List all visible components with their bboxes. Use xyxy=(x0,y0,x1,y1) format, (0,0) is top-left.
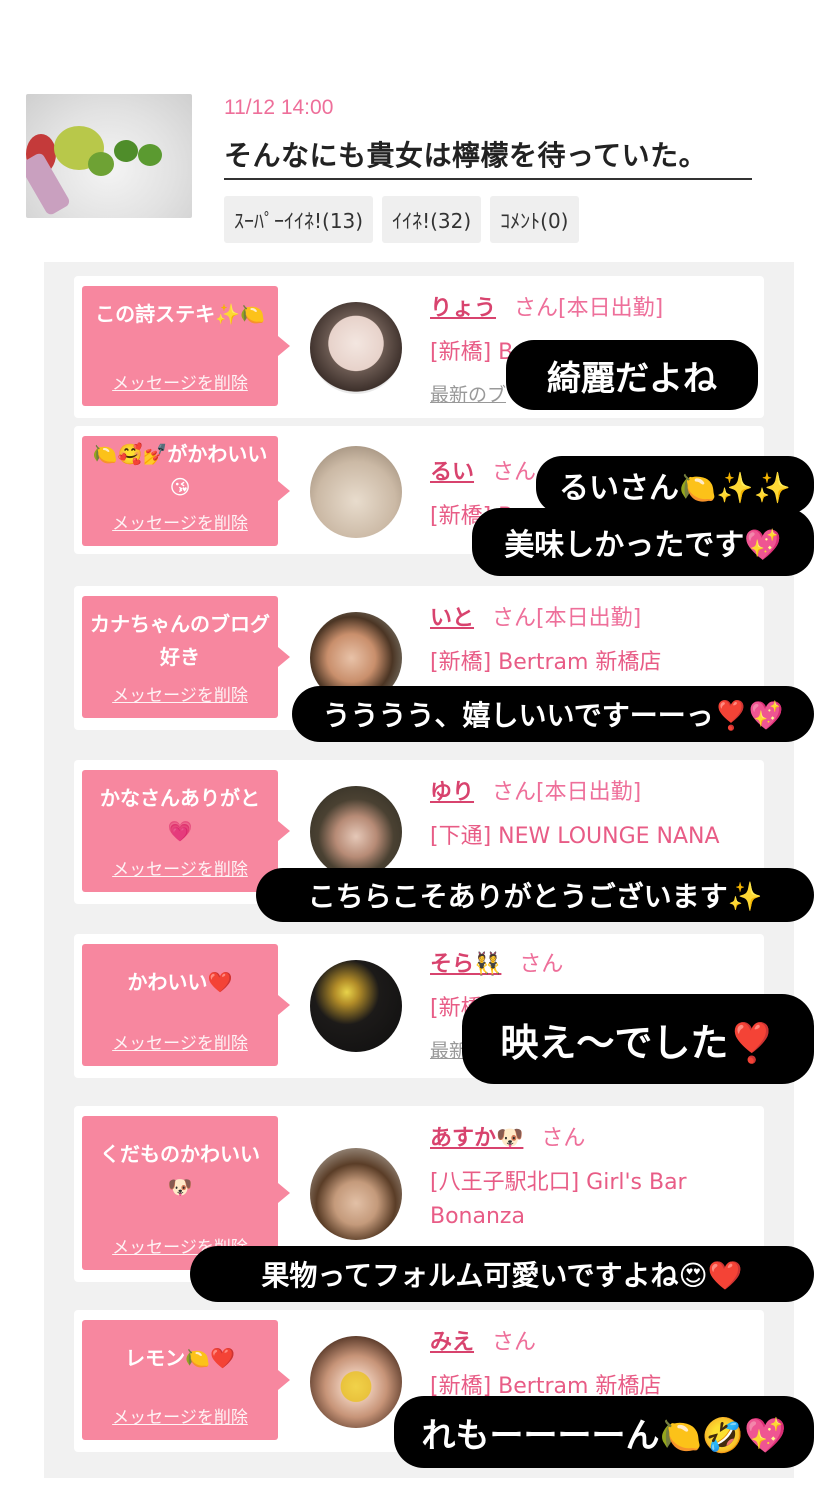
caption-bubble: 美味しかったです💖 xyxy=(472,508,814,576)
delete-message-link[interactable]: メッセージを削除 xyxy=(82,509,278,534)
sender-status: さん xyxy=(519,952,564,977)
sender-info: ゆり さん[本日出勤] [下通] NEW LOUNGE NANA xyxy=(430,774,760,854)
avatar[interactable] xyxy=(310,1148,402,1240)
comment-button[interactable]: ｺﾒﾝﾄ(0) xyxy=(490,196,579,243)
sender-name[interactable]: あすか🐶 xyxy=(430,1126,523,1151)
avatar[interactable] xyxy=(310,302,402,394)
sender-status: さん[本日出勤] xyxy=(514,296,664,321)
message-text: くだものかわいい🐶 xyxy=(100,1142,260,1199)
message-text: この詩ステキ✨🍋 xyxy=(95,302,265,326)
caption-bubble: 果物ってフォルム可愛いですよね😍❤️ xyxy=(190,1246,814,1302)
message-bubble: 🍋🥰💅がかわいい😘 メッセージを削除 xyxy=(82,436,290,546)
like-button[interactable]: ｲｲﾈ!(32) xyxy=(382,196,482,243)
message-text: カナちゃんのブログ好き xyxy=(90,612,270,669)
caption-bubble: うううう、嬉しいいですーーっ❣️💖 xyxy=(292,686,814,742)
post-header: 11/12 14:00 そんなにも貴女は檸檬を待っていた。 ｽｰﾊﾟｰｲｲﾈ!(… xyxy=(8,86,840,243)
post-title[interactable]: そんなにも貴女は檸檬を待っていた。 xyxy=(224,134,752,180)
caption-bubble: 映え〜でした❣️ xyxy=(462,994,814,1084)
sender-name[interactable]: りょう xyxy=(430,296,496,321)
message-bubble: かなさんありがと💗 メッセージを削除 xyxy=(82,770,290,892)
lime-image xyxy=(88,152,114,176)
sender-info: みえ さん [新橋] Bertram 新橋店 xyxy=(430,1324,760,1404)
caption-bubble: るいさん🍋✨✨ xyxy=(536,456,814,514)
sender-shop[interactable]: [八王子駅北口] Girl's Bar Bonanza xyxy=(430,1166,760,1234)
message-text: レモン🍋❤️ xyxy=(125,1346,235,1370)
message-text: かわいい❤️ xyxy=(127,970,233,994)
sender-name[interactable]: いと xyxy=(430,606,474,631)
sender-status: さん xyxy=(492,1330,537,1355)
sender-status: さん xyxy=(541,1126,586,1151)
delete-message-link[interactable]: メッセージを削除 xyxy=(82,855,278,880)
sender-info: あすか🐶 さん [八王子駅北口] Girl's Bar Bonanza xyxy=(430,1120,760,1234)
avatar[interactable] xyxy=(310,446,402,538)
caption-bubble: こちらこそありがとうございます✨ xyxy=(256,868,814,922)
message-bubble: かわいい❤️ メッセージを削除 xyxy=(82,944,290,1066)
post-date: 11/12 14:00 xyxy=(224,96,334,119)
delete-message-link[interactable]: メッセージを削除 xyxy=(82,1403,278,1428)
post-actions: ｽｰﾊﾟｰｲｲﾈ!(13) ｲｲﾈ!(32) ｺﾒﾝﾄ(0) xyxy=(224,196,579,243)
avatar[interactable] xyxy=(310,786,402,878)
sender-status: さん xyxy=(492,460,537,485)
lime-image xyxy=(114,140,138,162)
caption-bubble: 綺麗だよね xyxy=(506,340,758,410)
delete-message-link[interactable]: メッセージを削除 xyxy=(82,681,278,706)
message-bubble: カナちゃんのブログ好き メッセージを削除 xyxy=(82,596,290,718)
avatar[interactable] xyxy=(310,960,402,1052)
message-text: かなさんありがと💗 xyxy=(100,786,260,843)
sender-shop[interactable]: [新橋] Bertram 新橋店 xyxy=(430,646,760,680)
sender-name[interactable]: ゆり xyxy=(430,780,474,805)
message-text: 🍋🥰💅がかわいい😘 xyxy=(92,442,268,499)
sender-name[interactable]: るい xyxy=(430,460,474,485)
delete-message-link[interactable]: メッセージを削除 xyxy=(82,369,278,394)
message-bubble: レモン🍋❤️ メッセージを削除 xyxy=(82,1320,290,1440)
delete-message-link[interactable]: メッセージを削除 xyxy=(82,1029,278,1054)
sender-name[interactable]: そら👯 xyxy=(430,952,501,977)
sender-shop[interactable]: [下通] NEW LOUNGE NANA xyxy=(430,820,760,854)
lime-image xyxy=(138,144,162,166)
sender-status: さん[本日出勤] xyxy=(492,780,642,805)
post-thumbnail[interactable] xyxy=(26,94,192,218)
message-bubble: この詩ステキ✨🍋 メッセージを削除 xyxy=(82,286,290,406)
caption-bubble: れもーーーーん🍋🤣💖 xyxy=(394,1396,814,1468)
super-like-button[interactable]: ｽｰﾊﾟｰｲｲﾈ!(13) xyxy=(224,196,374,243)
avatar[interactable] xyxy=(310,1336,402,1428)
sender-info: いと さん[本日出勤] [新橋] Bertram 新橋店 xyxy=(430,600,760,680)
sender-status: さん[本日出勤] xyxy=(492,606,642,631)
sender-name[interactable]: みえ xyxy=(430,1330,474,1355)
